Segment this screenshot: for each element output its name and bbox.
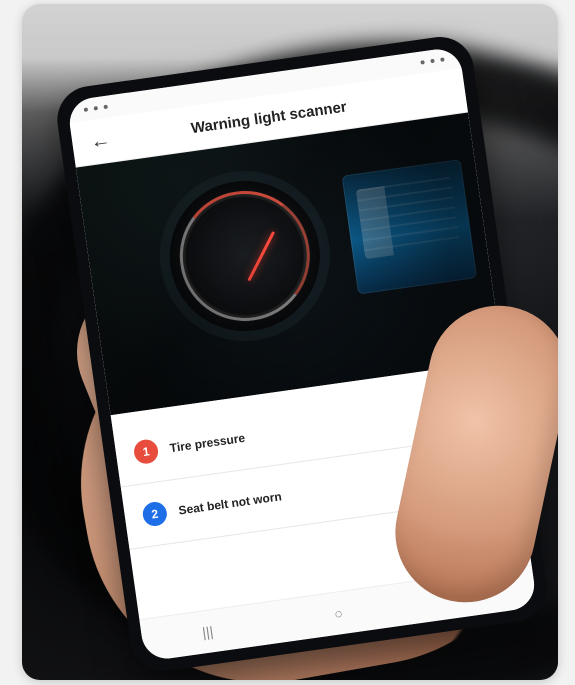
warning-label: Tire pressure: [168, 430, 246, 456]
status-dot: [93, 106, 99, 111]
photo-card: ← Warning light scanner 1 Tire pressure: [22, 4, 558, 680]
home-icon: ○: [333, 604, 344, 622]
status-dot: [83, 107, 89, 112]
recent-apps-icon: |||: [201, 623, 215, 641]
status-dot: [440, 57, 445, 62]
warning-label: Seat belt not worn: [177, 489, 283, 518]
recent-apps-button[interactable]: |||: [186, 615, 230, 648]
item-number-badge: 2: [141, 500, 169, 528]
status-right: [420, 57, 445, 65]
home-button[interactable]: ○: [317, 597, 361, 630]
status-dot: [430, 58, 435, 64]
item-number-badge: 1: [132, 438, 160, 466]
status-left: [83, 104, 108, 112]
status-dot: [103, 104, 108, 110]
status-dot: [420, 60, 425, 65]
